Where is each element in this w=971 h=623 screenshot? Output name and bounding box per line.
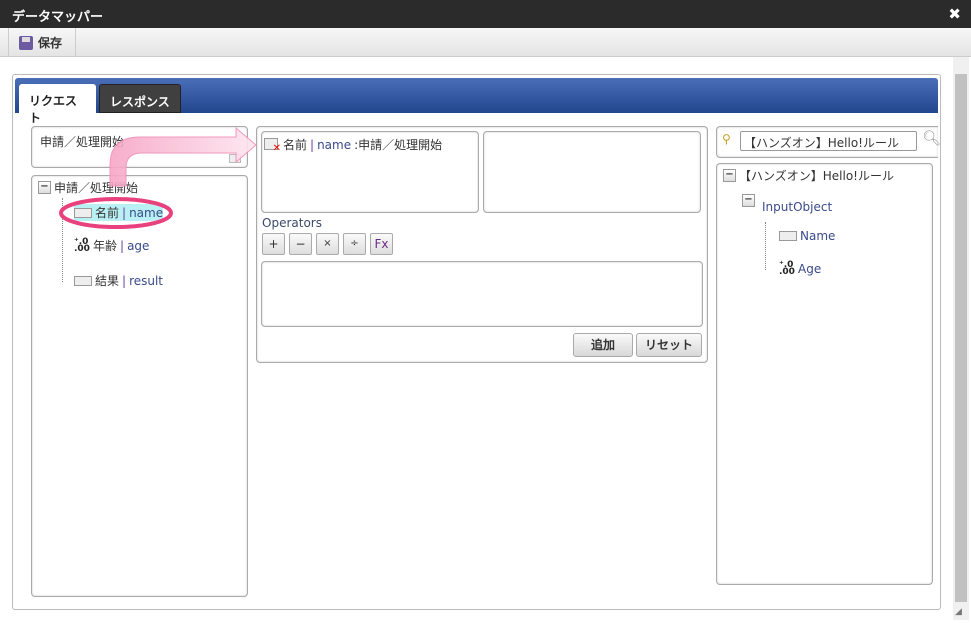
tree-item-age[interactable]: ⁺.0.00 年齢 | age	[74, 237, 149, 254]
save-button[interactable]: 保存	[8, 28, 76, 57]
separator: |	[310, 137, 315, 152]
tree-line	[62, 198, 63, 282]
source-selector-value: 申請／処理開始	[40, 135, 125, 149]
scrollbar-thumb[interactable]	[955, 74, 967, 602]
target-search-area: ⚲ 【ハンズオン】Hello!ルール 🔍︎	[716, 126, 941, 158]
tree-item-result[interactable]: 結果 | result	[74, 272, 163, 289]
plus-button[interactable]: +	[262, 233, 285, 255]
save-label: 保存	[38, 36, 63, 50]
item-name: 年齢	[93, 239, 118, 253]
number-icon: ⁺.0.00	[74, 236, 90, 254]
item-name: 結果	[95, 274, 120, 288]
add-button[interactable]: 追加	[573, 333, 633, 357]
source-selector[interactable]: 申請／処理開始	[31, 126, 248, 168]
close-icon[interactable]: ✖	[948, 5, 961, 23]
source-context: :申請／処理開始	[354, 138, 443, 152]
tree-root-label: 申請／処理開始	[54, 181, 139, 195]
tree-root-label: 【ハンズオン】Hello!ルール	[739, 169, 894, 183]
tree-node-inputobject[interactable]: InputObject	[762, 200, 832, 214]
target-drop-area[interactable]	[483, 131, 701, 213]
window-title: データマッパー	[12, 10, 104, 25]
source-name: 名前	[283, 138, 308, 152]
tab-request[interactable]: リクエスト	[19, 84, 96, 125]
separator: |	[120, 238, 125, 253]
collapse-icon[interactable]: −	[723, 169, 736, 182]
list-icon[interactable]	[229, 154, 241, 163]
function-button[interactable]: Fx	[370, 233, 393, 255]
item-key: result	[129, 273, 164, 288]
tree-line	[765, 222, 766, 270]
title-bar: データマッパー	[0, 0, 971, 28]
item-name: 名前	[95, 206, 120, 220]
divide-button[interactable]: ÷	[343, 233, 366, 255]
multiply-button[interactable]: ×	[316, 233, 339, 255]
search-input[interactable]: 【ハンズオン】Hello!ルール	[740, 131, 917, 151]
string-icon	[74, 275, 92, 286]
source-tree: − 申請／処理開始 名前 | name ⁺.0.00 年齢 | age 結果 | result	[31, 175, 248, 597]
tree-item-name[interactable]: Name	[779, 229, 835, 243]
mapped-source-item[interactable]: ✕ 名前 | name:申請／処理開始	[264, 136, 476, 154]
expression-input[interactable]	[261, 261, 703, 327]
tab-response[interactable]: レスポンス	[99, 84, 181, 113]
collapse-icon[interactable]: −	[742, 194, 755, 207]
separator: |	[122, 273, 127, 288]
target-tree: − 【ハンズオン】Hello!ルール − InputObject Name ⁺.0…	[716, 163, 933, 585]
separator: |	[122, 205, 127, 220]
wand-icon: ⚲	[722, 132, 731, 146]
collapse-icon[interactable]: −	[38, 181, 51, 194]
toolbar: 保存	[0, 28, 971, 57]
tree-root[interactable]: − 申請／処理開始	[38, 179, 138, 196]
string-icon	[74, 207, 92, 218]
tree-root[interactable]: − 【ハンズオン】Hello!ルール	[723, 167, 894, 184]
search-icon[interactable]: 🔍︎	[922, 129, 941, 147]
item-key: age	[127, 238, 150, 253]
minus-button[interactable]: −	[289, 233, 312, 255]
tree-item-name[interactable]: 名前 | name	[74, 204, 164, 221]
reset-button[interactable]: リセット	[636, 333, 702, 357]
item-name: Age	[798, 262, 822, 276]
string-icon	[779, 231, 797, 241]
tree-item-age[interactable]: ⁺.0.00 Age	[779, 260, 822, 277]
source-drop-area[interactable]: ✕ 名前 | name:申請／処理開始	[261, 131, 479, 213]
number-icon: ⁺.0.00	[779, 260, 795, 277]
item-key: name	[129, 205, 164, 220]
source-key: name	[317, 137, 352, 152]
remove-icon[interactable]: ✕	[264, 138, 281, 154]
operators-label: Operators	[262, 216, 322, 230]
operator-buttons: + − × ÷ Fx	[262, 233, 393, 255]
item-name: Name	[800, 229, 836, 243]
resize-grip-icon[interactable]: ◢	[955, 607, 962, 617]
floppy-disk-icon	[19, 35, 33, 50]
